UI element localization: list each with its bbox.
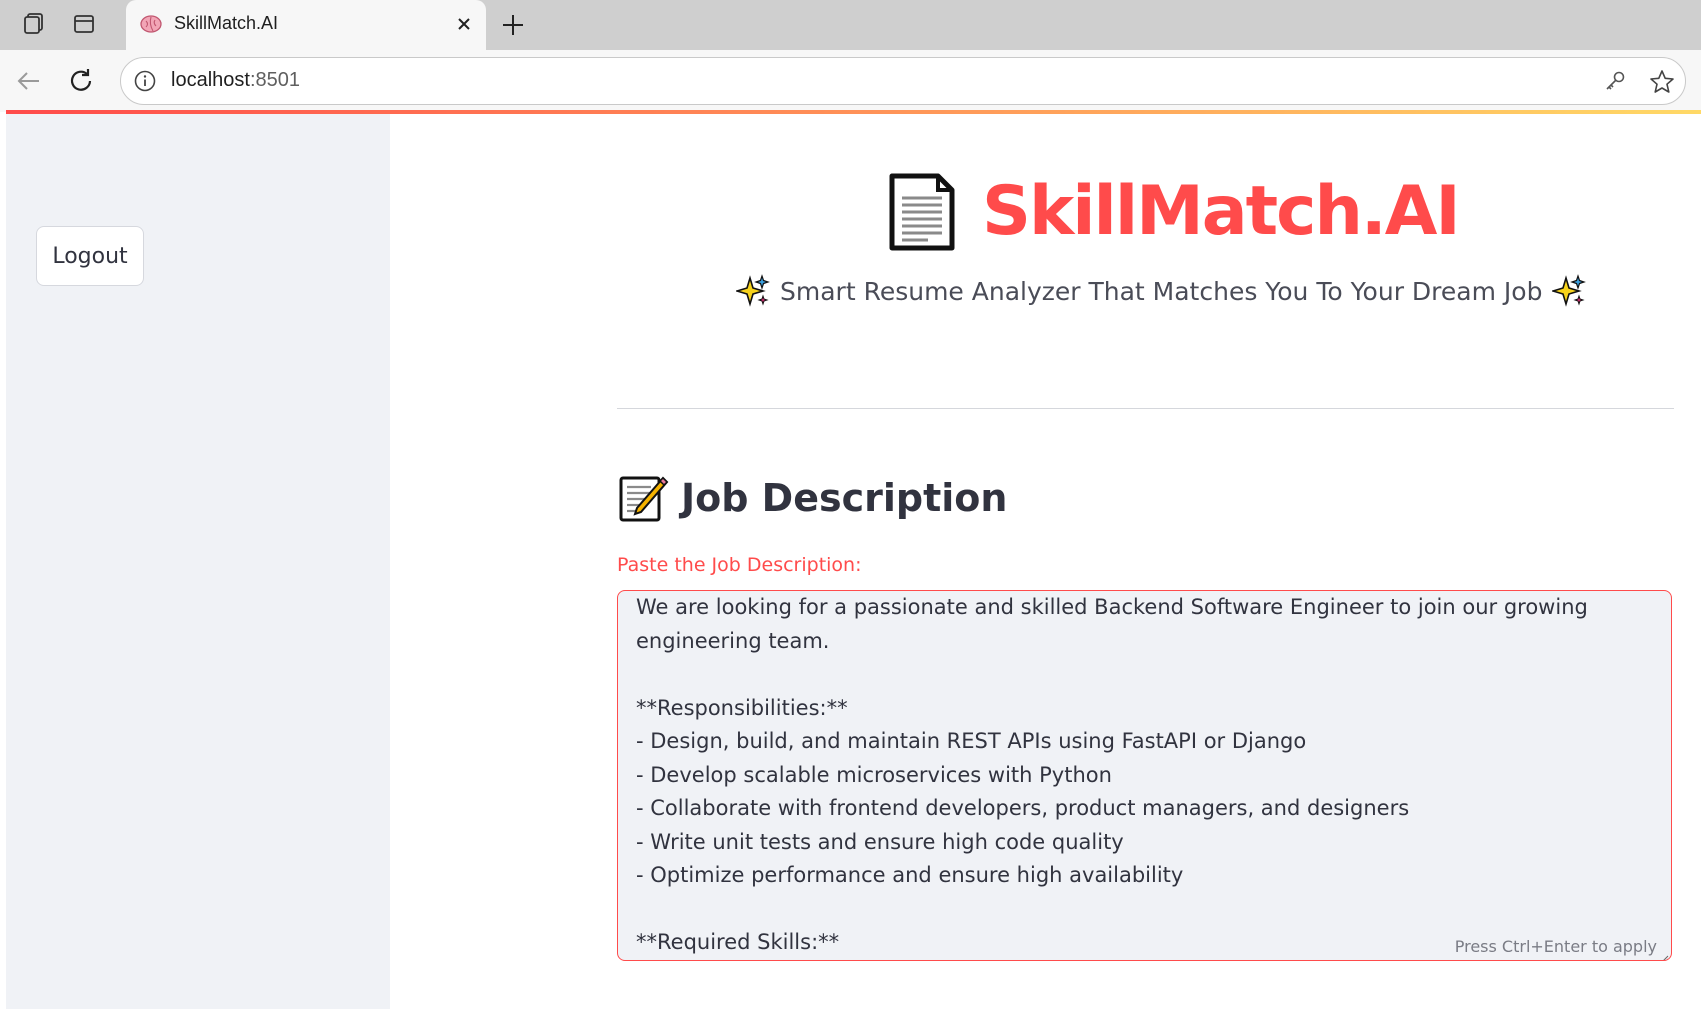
page-title: SkillMatch.AI (982, 172, 1461, 251)
url-text[interactable]: localhost:8501 (171, 69, 300, 92)
divider (617, 408, 1674, 409)
star-icon[interactable] (1649, 69, 1674, 93)
browser-toolbar: localhost:8501 (0, 50, 1701, 112)
info-icon[interactable] (133, 69, 157, 93)
app-header: SkillMatch.AI (888, 169, 1461, 254)
sidebar: Logout (6, 114, 390, 1009)
url-host: localhost (171, 69, 250, 91)
textarea-value[interactable]: We are looking for a passionate and skil… (636, 591, 1656, 960)
textarea-label: Paste the Job Description: (617, 554, 862, 576)
brain-favicon-icon (140, 13, 162, 35)
section-heading: Job Description (617, 472, 1007, 524)
sparkles-icon (1550, 274, 1587, 308)
subtitle-text: Smart Resume Analyzer That Matches You T… (780, 276, 1543, 306)
resize-handle-icon[interactable] (1661, 950, 1669, 960)
textarea-hint: Press Ctrl+Enter to apply (1454, 937, 1657, 956)
tab-actions-icon[interactable] (68, 10, 100, 38)
page-subtitle: Smart Resume Analyzer That Matches You T… (734, 274, 1587, 308)
url-port: :8501 (249, 69, 300, 91)
tab-title: SkillMatch.AI (174, 13, 279, 33)
reload-icon[interactable] (66, 66, 96, 96)
address-bar[interactable]: localhost:8501 (120, 57, 1686, 105)
job-description-textarea[interactable]: We are looking for a passionate and skil… (617, 590, 1672, 961)
section-title: Job Description (681, 476, 1008, 520)
workspaces-icon[interactable] (18, 10, 50, 38)
back-icon[interactable] (14, 66, 44, 96)
browser-tab[interactable]: SkillMatch.AI (126, 0, 486, 50)
plus-icon[interactable] (498, 10, 528, 40)
document-icon (888, 172, 956, 252)
close-icon[interactable] (454, 14, 474, 34)
main-content: SkillMatch.AI Smart Resume Analyzer That… (390, 114, 1701, 1009)
memo-icon (617, 472, 669, 524)
key-icon[interactable] (1603, 69, 1627, 93)
sparkles-icon (734, 274, 770, 308)
browser-tab-bar: SkillMatch.AI (0, 0, 1701, 50)
logout-button[interactable]: Logout (36, 226, 144, 286)
